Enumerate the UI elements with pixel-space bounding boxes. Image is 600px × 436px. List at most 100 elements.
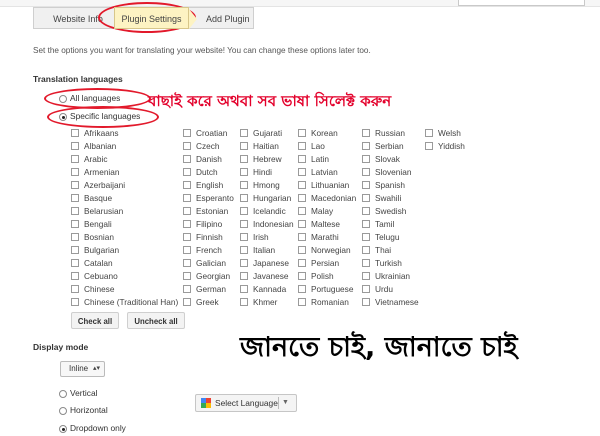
language-checkbox[interactable] — [183, 272, 191, 280]
language-checkbox[interactable] — [298, 259, 306, 267]
language-label: Dutch — [196, 167, 218, 177]
language-checkbox[interactable] — [298, 246, 306, 254]
language-checkbox[interactable] — [362, 246, 370, 254]
language-checkbox[interactable] — [71, 129, 79, 137]
language-label: Belarusian — [84, 206, 124, 216]
language-checkbox[interactable] — [425, 129, 433, 137]
language-checkbox[interactable] — [298, 194, 306, 202]
language-checkbox[interactable] — [298, 168, 306, 176]
language-checkbox[interactable] — [240, 168, 248, 176]
language-checkbox[interactable] — [240, 246, 248, 254]
language-checkbox[interactable] — [183, 246, 191, 254]
uncheck-all-button[interactable]: Uncheck all — [127, 312, 185, 329]
language-label: Finnish — [196, 232, 223, 242]
vertical-label: Vertical — [70, 388, 98, 398]
language-checkbox[interactable] — [362, 285, 370, 293]
language-checkbox[interactable] — [362, 233, 370, 241]
language-label: Lithuanian — [311, 180, 350, 190]
language-label: Latin — [311, 154, 329, 164]
language-checkbox[interactable] — [71, 194, 79, 202]
language-checkbox[interactable] — [362, 298, 370, 306]
language-checkbox[interactable] — [298, 155, 306, 163]
language-checkbox[interactable] — [362, 194, 370, 202]
language-checkbox[interactable] — [362, 220, 370, 228]
language-checkbox[interactable] — [71, 181, 79, 189]
language-checkbox[interactable] — [240, 194, 248, 202]
language-checkbox[interactable] — [183, 220, 191, 228]
tab-plugin-settings[interactable]: Plugin Settings — [114, 7, 197, 29]
language-checkbox[interactable] — [183, 207, 191, 215]
language-label: Hebrew — [253, 154, 282, 164]
language-label: Arabic — [84, 154, 108, 164]
language-checkbox[interactable] — [298, 129, 306, 137]
language-checkbox[interactable] — [240, 220, 248, 228]
top-search-box[interactable] — [458, 0, 585, 6]
language-checkbox[interactable] — [298, 233, 306, 241]
radio-horizontal[interactable] — [59, 407, 67, 415]
language-checkbox[interactable] — [183, 142, 191, 150]
language-checkbox[interactable] — [240, 155, 248, 163]
language-checkbox[interactable] — [240, 298, 248, 306]
language-checkbox[interactable] — [71, 233, 79, 241]
language-checkbox[interactable] — [71, 259, 79, 267]
language-checkbox[interactable] — [362, 259, 370, 267]
language-checkbox[interactable] — [183, 181, 191, 189]
language-label: Thai — [375, 245, 392, 255]
language-checkbox[interactable] — [183, 233, 191, 241]
language-checkbox[interactable] — [240, 272, 248, 280]
language-checkbox[interactable] — [71, 272, 79, 280]
language-checkbox[interactable] — [298, 272, 306, 280]
language-checkbox[interactable] — [298, 285, 306, 293]
language-checkbox[interactable] — [183, 298, 191, 306]
language-label: Basque — [84, 193, 113, 203]
language-checkbox[interactable] — [71, 285, 79, 293]
check-all-button[interactable]: Check all — [71, 312, 119, 329]
language-checkbox[interactable] — [240, 207, 248, 215]
language-checkbox[interactable] — [240, 142, 248, 150]
language-label: Romanian — [311, 297, 349, 307]
language-checkbox[interactable] — [183, 155, 191, 163]
language-checkbox[interactable] — [240, 129, 248, 137]
language-checkbox[interactable] — [71, 155, 79, 163]
language-checkbox[interactable] — [298, 181, 306, 189]
language-label: Latvian — [311, 167, 338, 177]
language-checkbox[interactable] — [362, 155, 370, 163]
language-checkbox[interactable] — [298, 298, 306, 306]
language-checkbox[interactable] — [425, 142, 433, 150]
language-checkbox[interactable] — [298, 220, 306, 228]
language-checkbox[interactable] — [240, 181, 248, 189]
language-checkbox[interactable] — [362, 129, 370, 137]
language-checkbox[interactable] — [362, 181, 370, 189]
language-checkbox[interactable] — [71, 220, 79, 228]
language-checkbox[interactable] — [183, 259, 191, 267]
language-checkbox[interactable] — [71, 298, 79, 306]
language-checkbox[interactable] — [362, 142, 370, 150]
language-label: Lao — [311, 141, 325, 151]
language-label: Ukrainian — [375, 271, 411, 281]
language-checkbox[interactable] — [71, 168, 79, 176]
language-checkbox[interactable] — [298, 207, 306, 215]
language-checkbox[interactable] — [362, 168, 370, 176]
language-checkbox[interactable] — [71, 142, 79, 150]
language-label: Macedonian — [311, 193, 357, 203]
language-label: Norwegian — [311, 245, 351, 255]
language-checkbox[interactable] — [183, 285, 191, 293]
display-mode-select-value: Inline — [69, 364, 89, 373]
language-checkbox[interactable] — [362, 207, 370, 215]
language-checkbox[interactable] — [71, 207, 79, 215]
language-label: Urdu — [375, 284, 393, 294]
language-label: Hungarian — [253, 193, 292, 203]
language-checkbox[interactable] — [183, 129, 191, 137]
language-checkbox[interactable] — [183, 168, 191, 176]
radio-dropdown-only[interactable] — [59, 425, 67, 433]
language-checkbox[interactable] — [240, 285, 248, 293]
language-checkbox[interactable] — [183, 194, 191, 202]
language-checkbox[interactable] — [240, 259, 248, 267]
language-checkbox[interactable] — [298, 142, 306, 150]
select-language-widget[interactable]: Select Language ▼ — [195, 394, 297, 412]
language-checkbox[interactable] — [71, 246, 79, 254]
display-mode-select[interactable]: Inline ▴▾ — [60, 361, 105, 377]
language-checkbox[interactable] — [362, 272, 370, 280]
language-checkbox[interactable] — [240, 233, 248, 241]
radio-vertical[interactable] — [59, 390, 67, 398]
